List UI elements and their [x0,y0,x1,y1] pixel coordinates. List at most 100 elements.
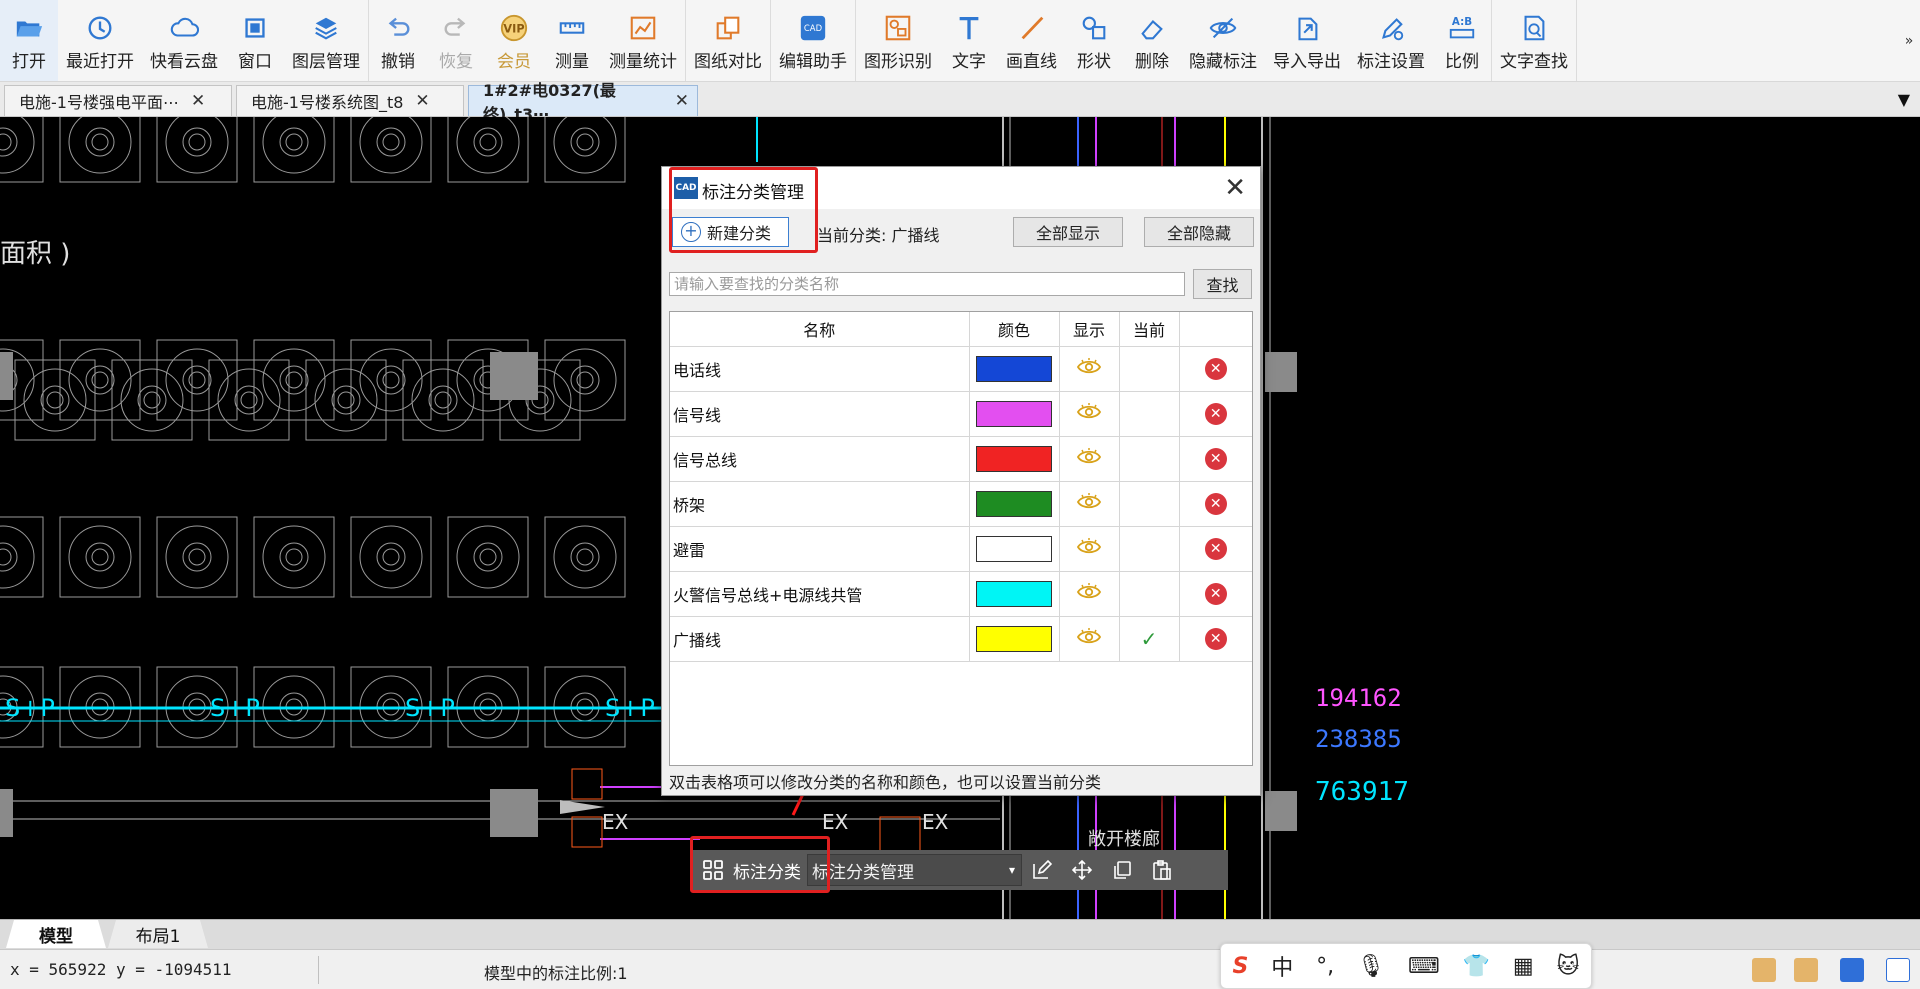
ruler-button[interactable]: 测量 [543,0,601,81]
current-cell[interactable] [1119,346,1180,392]
cad-edit-button[interactable]: CAD 编辑助手 [771,0,855,81]
category-color-cell[interactable] [969,391,1060,437]
category-row[interactable]: 电话线 ✕ [670,346,1252,392]
delete-icon[interactable]: ✕ [1204,492,1227,515]
close-icon[interactable]: ✕ [415,91,429,111]
undo-button[interactable]: 撤销 [369,0,427,81]
category-name[interactable]: 广播线 [670,616,970,662]
visibility-cell[interactable] [1059,346,1120,392]
delete-icon[interactable]: ✕ [1204,402,1227,425]
category-name[interactable]: 桥架 [670,481,970,527]
category-name[interactable]: 火警信号总线+电源线共管 [670,571,970,617]
history-button[interactable]: 最近打开 [58,0,142,81]
eye-icon[interactable] [1076,447,1102,470]
layers-button[interactable]: 图层管理 [284,0,368,81]
mascot-icon[interactable]: 🐱 [1557,954,1580,979]
folder-open-button[interactable]: 打开 [0,0,58,81]
compare-button[interactable]: 图纸对比 [686,0,770,81]
category-name[interactable]: 电话线 [670,346,970,392]
show-all-button[interactable]: 全部显示 [1013,217,1123,247]
paste-icon[interactable] [1142,850,1182,890]
category-name[interactable]: 避雷 [670,526,970,572]
annotation-category-label[interactable]: 标注分类 [733,858,801,883]
annotation-category-select[interactable]: 标注分类管理 ▾ [807,854,1022,886]
current-cell[interactable] [1119,391,1180,437]
vip-button[interactable]: VIP 会员 [485,0,543,81]
delete-icon[interactable]: ✕ [1204,357,1227,380]
color-swatch[interactable] [976,355,1052,382]
category-row[interactable]: 桥架 ✕ [670,481,1252,527]
eye-icon[interactable] [1076,537,1102,560]
category-name[interactable]: 信号总线 [670,436,970,482]
eye-icon[interactable] [1076,492,1102,515]
tab-list-dropdown-icon[interactable]: ▼ [1898,90,1910,109]
annotation-settings-button[interactable]: 标注设置 [1349,0,1433,81]
scale-button[interactable]: A:B 比例 [1433,0,1491,81]
import-export-button[interactable]: 导入导出 [1265,0,1349,81]
current-cell[interactable] [1119,571,1180,617]
sogou-logo-icon[interactable]: S [1232,954,1248,979]
text-button[interactable]: 文字 [940,0,998,81]
eye-hide-button[interactable]: 隐藏标注 [1181,0,1265,81]
color-swatch[interactable] [976,580,1052,607]
color-swatch[interactable] [976,400,1052,427]
eraser-button[interactable]: 删除 [1123,0,1181,81]
eye-icon[interactable] [1076,402,1102,425]
shape-recognize-button[interactable]: 图形识别 [856,0,940,81]
tab-layout1[interactable]: 布局1 [108,920,208,948]
doc-tab-2[interactable]: 电施-1号楼系统图_t8 ✕ [236,85,464,116]
search-button[interactable]: 查找 [1193,269,1252,299]
close-icon[interactable]: ✕ [675,91,689,111]
new-category-button[interactable]: + 新建分类 [672,217,789,247]
close-icon[interactable]: ✕ [191,91,205,111]
window-button[interactable]: 窗口 [226,0,284,81]
delete-icon[interactable]: ✕ [1204,537,1227,560]
apps-grid-icon[interactable]: ▦ [1513,954,1534,979]
line-button[interactable]: 画直线 [998,0,1065,81]
current-cell[interactable] [1119,526,1180,572]
dialog-title-bar[interactable]: CAD 标注分类管理 ✕ [662,167,1260,209]
toolbar-more-icon[interactable]: » [1898,0,1920,81]
category-color-cell[interactable] [969,346,1060,392]
category-row[interactable]: 广播线 ✓ ✕ [670,616,1252,662]
color-swatch[interactable] [976,535,1052,562]
doc-tab-1[interactable]: 电施-1号楼强电平面⋯ ✕ [4,85,232,116]
current-cell[interactable] [1119,436,1180,482]
category-row[interactable]: 信号总线 ✕ [670,436,1252,482]
visibility-cell[interactable] [1059,481,1120,527]
redo-button[interactable]: 恢复 [427,0,485,81]
category-search-input[interactable] [669,272,1185,296]
chart-button[interactable]: 测量统计 [601,0,685,81]
eye-icon[interactable] [1076,627,1102,650]
category-row[interactable]: 火警信号总线+电源线共管 ✕ [670,571,1252,617]
current-cell[interactable]: ✓ [1119,616,1180,662]
pd-icon[interactable] [1840,958,1864,982]
text-search-button[interactable]: 文字查找 [1492,0,1576,81]
delete-icon[interactable]: ✕ [1204,627,1227,650]
pdf-export-icon[interactable] [1794,958,1818,982]
punctuation-icon[interactable]: °, [1316,954,1334,979]
eye-icon[interactable] [1076,357,1102,380]
skin-icon[interactable]: 👕 [1463,954,1490,979]
keyboard-icon[interactable]: ⌨ [1408,954,1440,979]
category-color-cell[interactable] [969,616,1060,662]
visibility-cell[interactable] [1059,616,1120,662]
category-color-cell[interactable] [969,481,1060,527]
category-row[interactable]: 避雷 ✕ [670,526,1252,572]
microphone-icon[interactable]: 🎙 [1357,954,1385,979]
eye-icon[interactable] [1076,582,1102,605]
category-color-cell[interactable] [969,436,1060,482]
panel-icon[interactable] [1886,958,1910,982]
color-swatch[interactable] [976,445,1052,472]
edit-icon[interactable] [1022,850,1062,890]
move-icon[interactable] [1062,850,1102,890]
grid-icon[interactable] [693,850,733,890]
visibility-cell[interactable] [1059,391,1120,437]
color-swatch[interactable] [976,625,1052,652]
delete-icon[interactable]: ✕ [1204,447,1227,470]
category-row[interactable]: 信号线 ✕ [670,391,1252,437]
visibility-cell[interactable] [1059,436,1120,482]
copy-icon[interactable] [1102,850,1142,890]
delete-icon[interactable]: ✕ [1204,582,1227,605]
tab-model[interactable]: 模型 [6,920,106,948]
